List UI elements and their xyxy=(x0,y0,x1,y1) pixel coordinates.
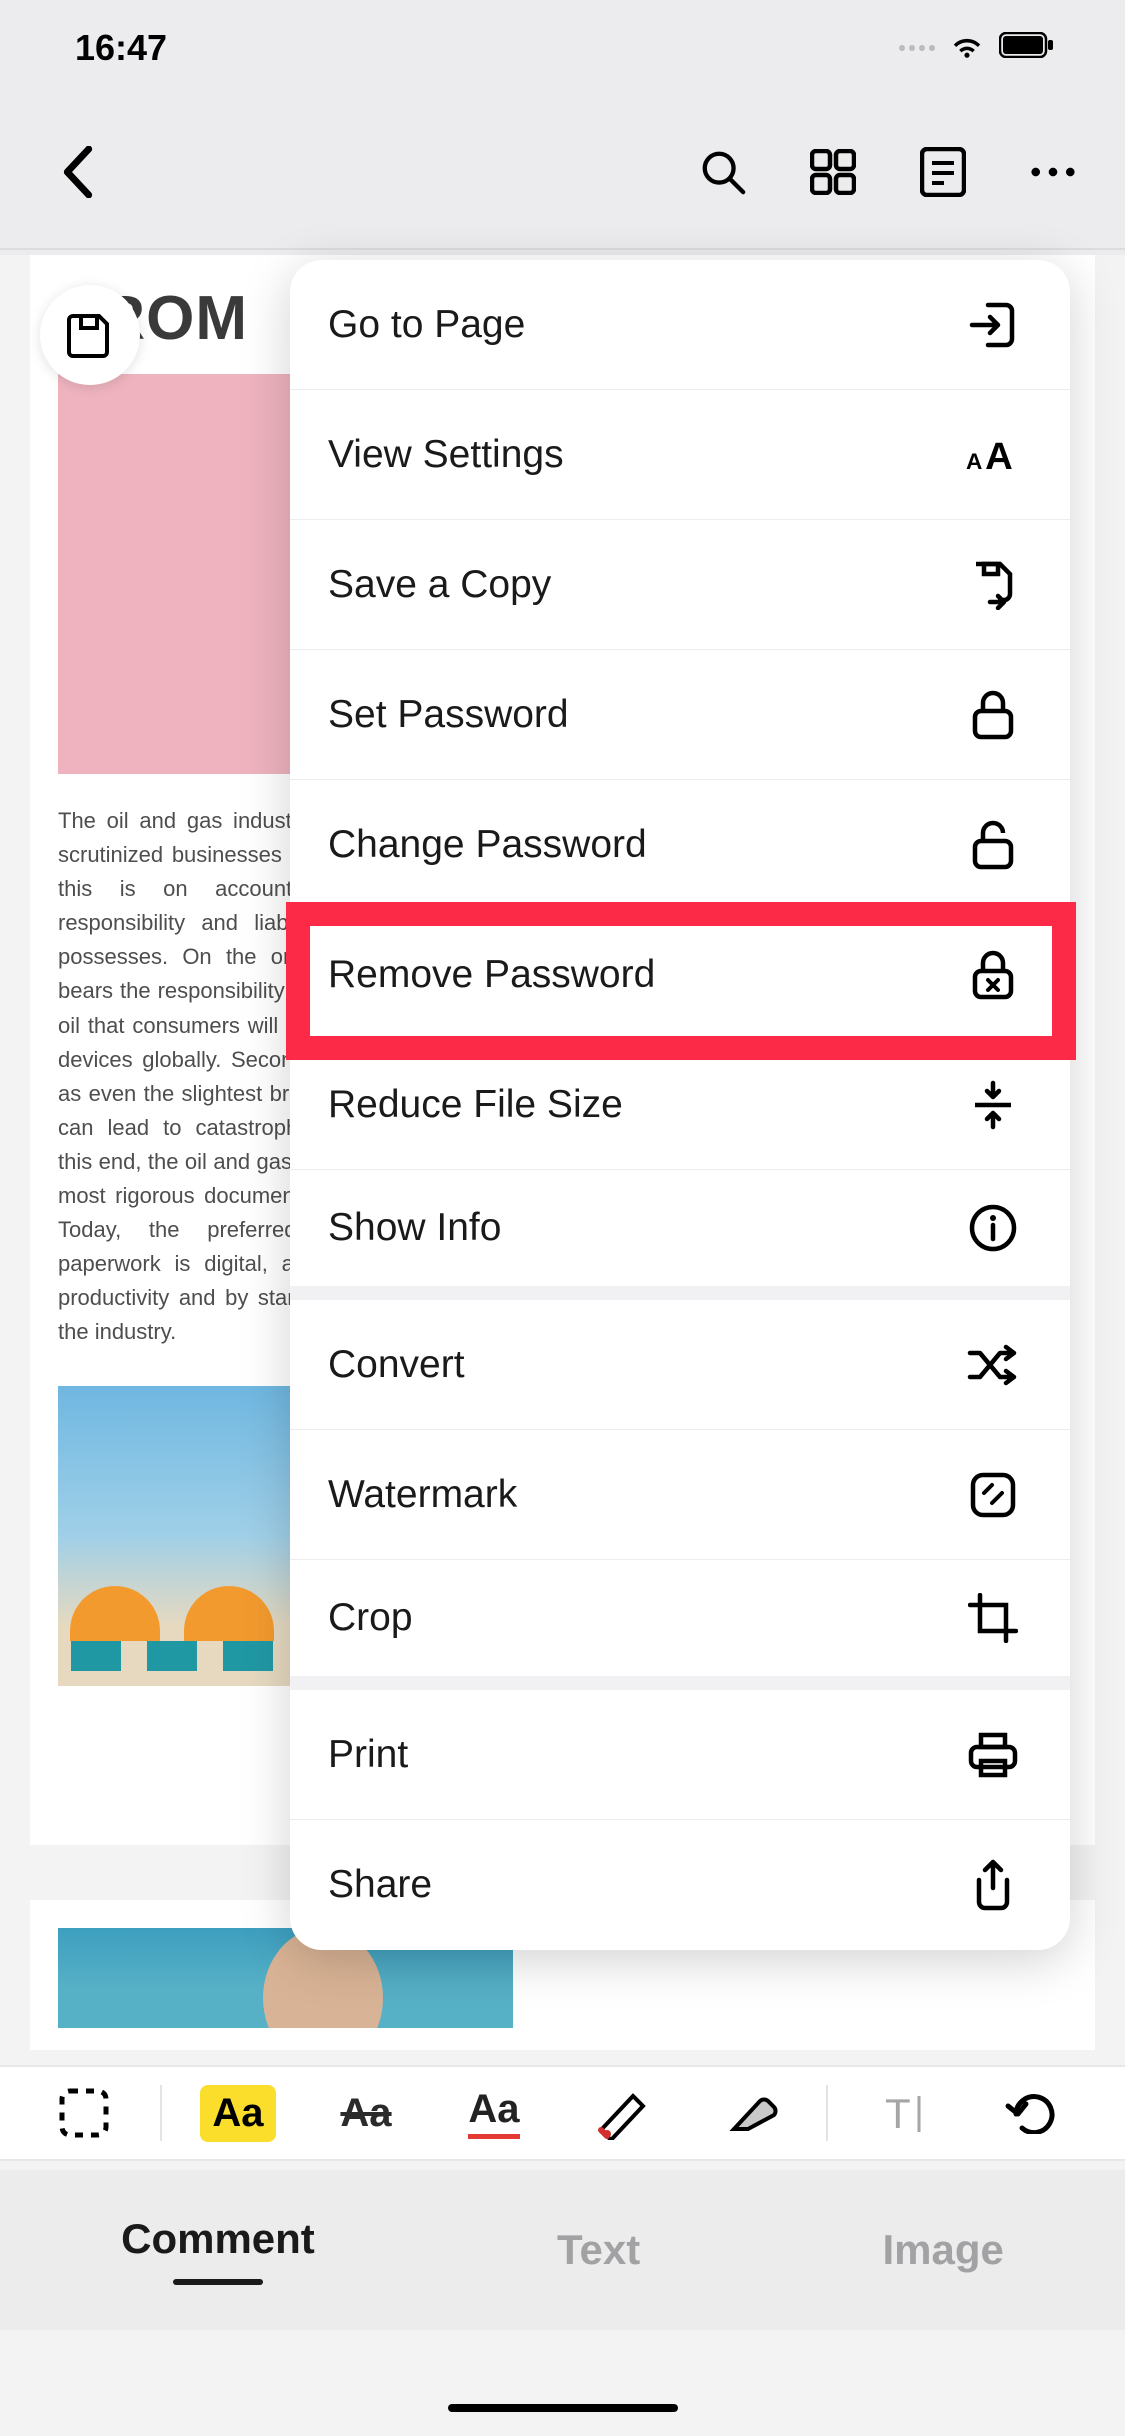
lock-remove-icon xyxy=(966,948,1020,1002)
menu-label: Print xyxy=(328,1733,408,1777)
status-bar: 16:47 xyxy=(0,0,1125,95)
top-toolbar xyxy=(0,95,1125,250)
info-icon xyxy=(966,1201,1020,1255)
tab-image[interactable]: Image xyxy=(882,2226,1003,2274)
undo-button[interactable] xyxy=(972,2077,1092,2149)
cellular-signal-icon xyxy=(899,45,935,51)
save-floating-button[interactable] xyxy=(40,285,140,385)
menu-label: Save a Copy xyxy=(328,563,551,607)
tab-label: Image xyxy=(882,2226,1003,2274)
menu-item-reduce-file-size[interactable]: Reduce File Size xyxy=(290,1040,1070,1170)
svg-text:T: T xyxy=(885,2090,911,2137)
menu-item-change-password[interactable]: Change Password xyxy=(290,780,1070,910)
menu-label: Convert xyxy=(328,1343,465,1387)
highlight-tool[interactable]: Aa xyxy=(178,2077,298,2149)
crop-icon xyxy=(966,1591,1020,1645)
menu-item-view-settings[interactable]: View Settings AA xyxy=(290,390,1070,520)
lock-icon xyxy=(966,688,1020,742)
bottom-tab-bar: Comment Text Image xyxy=(0,2170,1125,2330)
menu-label: View Settings xyxy=(328,433,564,477)
menu-item-remove-password[interactable]: Remove Password xyxy=(290,910,1070,1040)
menu-label: Reduce File Size xyxy=(328,1083,623,1127)
menu-item-share[interactable]: Share xyxy=(290,1820,1070,1950)
more-button[interactable] xyxy=(1029,148,1077,196)
floppy-disk-icon xyxy=(67,312,113,358)
menu-item-convert[interactable]: Convert xyxy=(290,1300,1070,1430)
save-copy-icon xyxy=(966,558,1020,612)
menu-label: Change Password xyxy=(328,823,647,867)
go-to-page-icon xyxy=(966,298,1020,352)
divider xyxy=(160,2085,162,2141)
highlight-sample: Aa xyxy=(200,2085,275,2142)
menu-label: Crop xyxy=(328,1596,413,1640)
shuffle-icon xyxy=(966,1338,1020,1392)
menu-label: Go to Page xyxy=(328,303,525,347)
pen-tool[interactable] xyxy=(562,2077,682,2149)
tab-label: Text xyxy=(557,2226,640,2274)
status-icons xyxy=(899,31,1055,64)
thumbnails-button[interactable] xyxy=(809,148,857,196)
strikethrough-sample: Aa xyxy=(340,2091,391,2136)
menu-item-set-password[interactable]: Set Password xyxy=(290,650,1070,780)
printer-icon xyxy=(966,1728,1020,1782)
outline-button[interactable] xyxy=(919,148,967,196)
search-button[interactable] xyxy=(699,148,747,196)
annotation-tool-row: Aa Aa Aa T xyxy=(0,2065,1125,2161)
select-area-tool[interactable] xyxy=(24,2077,144,2149)
svg-text:A: A xyxy=(966,448,982,473)
menu-item-watermark[interactable]: Watermark xyxy=(290,1430,1070,1560)
options-menu: Go to Page View Settings AA Save a Copy … xyxy=(290,260,1070,1950)
home-indicator xyxy=(448,2404,678,2412)
text-insert-tool[interactable]: T xyxy=(844,2077,964,2149)
menu-item-save-a-copy[interactable]: Save a Copy xyxy=(290,520,1070,650)
unlock-icon xyxy=(966,818,1020,872)
menu-item-go-to-page[interactable]: Go to Page xyxy=(290,260,1070,390)
menu-item-print[interactable]: Print xyxy=(290,1690,1070,1820)
active-tab-indicator xyxy=(173,2279,263,2285)
clock: 16:47 xyxy=(75,27,167,69)
underline-tool[interactable]: Aa xyxy=(434,2077,554,2149)
strikethrough-tool[interactable]: Aa xyxy=(306,2077,426,2149)
text-size-icon: AA xyxy=(966,428,1020,482)
tab-label: Comment xyxy=(121,2215,315,2263)
svg-text:A: A xyxy=(985,434,1013,476)
back-button[interactable] xyxy=(48,142,108,202)
menu-label: Remove Password xyxy=(328,953,655,997)
menu-label: Watermark xyxy=(328,1473,517,1517)
menu-item-show-info[interactable]: Show Info xyxy=(290,1170,1070,1300)
watermark-icon xyxy=(966,1468,1020,1522)
eraser-tool[interactable] xyxy=(690,2077,810,2149)
underline-sample: Aa xyxy=(468,2087,519,2139)
share-icon xyxy=(966,1858,1020,1912)
divider xyxy=(826,2085,828,2141)
compress-icon xyxy=(966,1078,1020,1132)
tab-comment[interactable]: Comment xyxy=(121,2215,315,2285)
wifi-icon xyxy=(949,31,985,64)
menu-item-crop[interactable]: Crop xyxy=(290,1560,1070,1690)
battery-icon xyxy=(999,32,1055,63)
menu-label: Show Info xyxy=(328,1206,501,1250)
menu-label: Set Password xyxy=(328,693,569,737)
tab-text[interactable]: Text xyxy=(557,2226,640,2274)
menu-label: Share xyxy=(328,1863,432,1907)
